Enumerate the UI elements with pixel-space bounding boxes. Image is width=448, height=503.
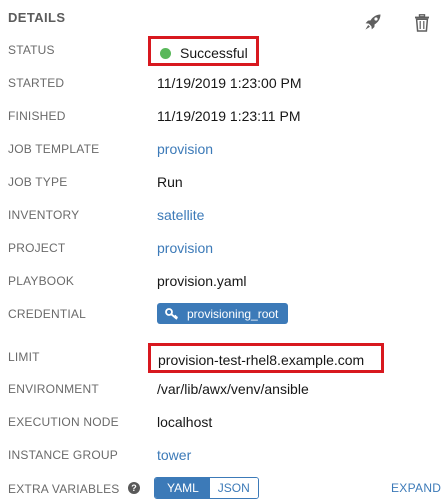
- instance-group-label: INSTANCE GROUP: [8, 448, 118, 462]
- success-status-icon: [160, 48, 171, 59]
- row-inventory: INVENTORY satellite: [0, 205, 448, 227]
- limit-highlight: provision-test-rhel8.example.com: [148, 343, 384, 373]
- row-job-template: JOB TEMPLATE provision: [0, 139, 448, 161]
- execution-node-label: EXECUTION NODE: [8, 415, 119, 429]
- row-playbook: PLAYBOOK provision.yaml: [0, 271, 448, 293]
- extra-variables-label: EXTRA VARIABLES: [8, 482, 120, 496]
- credential-chip[interactable]: provisioning_root: [157, 303, 289, 324]
- credential-label: CREDENTIAL: [8, 307, 87, 321]
- row-finished: FINISHED 11/19/2019 1:23:11 PM: [0, 106, 448, 128]
- key-icon: [165, 307, 179, 320]
- limit-value: provision-test-rhel8.example.com: [158, 352, 365, 368]
- delete-trash-icon[interactable]: [414, 14, 430, 32]
- relaunch-rocket-icon[interactable]: [364, 13, 382, 31]
- project-link[interactable]: provision: [157, 238, 213, 258]
- started-value: 11/19/2019 1:23:00 PM: [157, 75, 302, 91]
- finished-label: FINISHED: [8, 109, 66, 123]
- row-limit: LIMIT provision-test-rhel8.example.com: [0, 343, 448, 373]
- job-type-value: Run: [157, 174, 183, 190]
- job-details-panel: DETAILS STATUS Successful STARTED 11/19/…: [0, 0, 448, 503]
- inventory-label: INVENTORY: [8, 208, 80, 222]
- execution-node-value: localhost: [157, 414, 213, 430]
- status-highlight: Successful: [148, 36, 259, 66]
- playbook-label: PLAYBOOK: [8, 274, 75, 288]
- job-type-label: JOB TYPE: [8, 175, 68, 189]
- playbook-value: provision.yaml: [157, 273, 247, 289]
- project-label: PROJECT: [8, 241, 66, 255]
- started-label: STARTED: [8, 76, 65, 90]
- row-started: STARTED 11/19/2019 1:23:00 PM: [0, 73, 448, 95]
- credential-name: provisioning_root: [187, 306, 279, 321]
- finished-value: 11/19/2019 1:23:11 PM: [157, 108, 301, 124]
- status-value: Successful: [180, 45, 248, 61]
- row-instance-group: INSTANCE GROUP tower: [0, 445, 448, 467]
- job-template-label: JOB TEMPLATE: [8, 142, 100, 156]
- expand-button[interactable]: EXPAND: [391, 481, 441, 495]
- row-project: PROJECT provision: [0, 238, 448, 260]
- environment-value: /var/lib/awx/venv/ansible: [157, 381, 309, 397]
- row-execution-node: EXECUTION NODE localhost: [0, 412, 448, 434]
- format-yaml-button[interactable]: YAML: [155, 478, 210, 498]
- format-json-button[interactable]: JSON: [209, 478, 258, 498]
- row-job-type: JOB TYPE Run: [0, 172, 448, 194]
- environment-label: ENVIRONMENT: [8, 382, 99, 396]
- row-credential: CREDENTIAL provisioning_root: [0, 303, 448, 326]
- inventory-link[interactable]: satellite: [157, 205, 204, 225]
- row-extra-variables: EXTRA VARIABLES ? YAML JSON EXPAND: [0, 477, 448, 501]
- limit-label: LIMIT: [8, 350, 40, 364]
- instance-group-link[interactable]: tower: [157, 445, 191, 465]
- panel-title: DETAILS: [8, 10, 66, 25]
- help-question-icon[interactable]: ?: [128, 482, 140, 494]
- job-template-link[interactable]: provision: [157, 139, 213, 159]
- row-status: STATUS Successful: [0, 36, 448, 66]
- status-label: STATUS: [8, 43, 55, 57]
- row-environment: ENVIRONMENT /var/lib/awx/venv/ansible: [0, 379, 448, 401]
- format-toggle: YAML JSON: [154, 477, 259, 499]
